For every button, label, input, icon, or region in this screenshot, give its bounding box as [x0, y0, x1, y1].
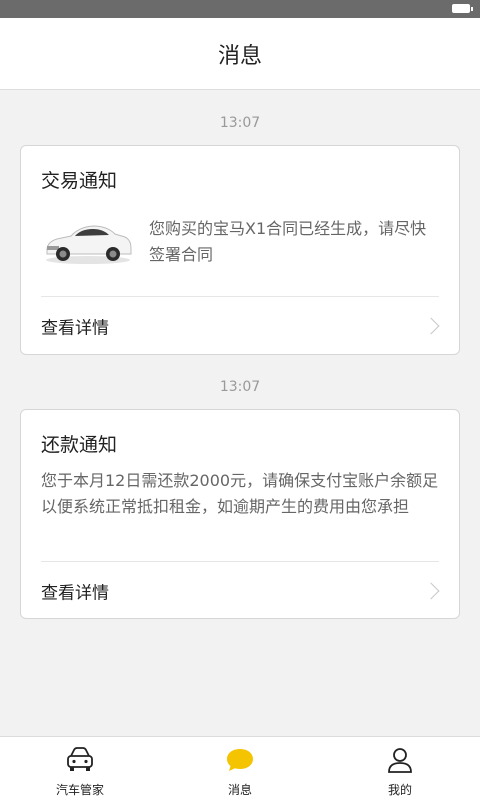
card-title: 还款通知: [41, 434, 118, 456]
tab-label: 消息: [227, 783, 252, 797]
car-icon: [65, 745, 95, 775]
message-timestamp: 13:07: [219, 115, 261, 131]
status-bar: [0, 0, 480, 18]
repayment-notice-card[interactable]: 还款通知 您于本月12日需还款2000元，请确保支付宝账户余额足以便系统正常抵扣…: [20, 409, 460, 619]
tab-car-butler[interactable]: 汽车管家: [0, 737, 160, 800]
message-body: 您于本月12日需还款2000元，请确保支付宝账户余额足以便系统正常抵扣租金，如逾…: [41, 471, 439, 516]
message-body: 您购买的宝马X1合同已经生成，请尽快签署合同: [149, 219, 427, 264]
view-details-row[interactable]: 查看详情: [21, 562, 459, 620]
chevron-right-icon: [422, 317, 440, 335]
view-details-label: 查看详情: [41, 583, 109, 604]
view-details-row[interactable]: 查看详情: [21, 297, 459, 355]
bottom-tab-bar: 汽车管家 消息 我的: [0, 736, 480, 800]
user-icon: [385, 745, 415, 775]
tab-label: 我的: [387, 783, 412, 797]
tab-messages[interactable]: 消息: [160, 737, 320, 800]
battery-icon: [452, 4, 473, 13]
top-nav-bar: 消息: [0, 18, 480, 90]
chevron-right-icon: [422, 582, 440, 600]
message-timestamp: 13:07: [219, 379, 261, 395]
tab-label: 汽车管家: [55, 783, 104, 797]
card-title: 交易通知: [41, 170, 118, 192]
page-title: 消息: [217, 43, 262, 69]
transaction-notice-card[interactable]: 交易通知 您购买的宝马X1合同已经生成，请尽快签署合同 查看详情: [20, 145, 460, 355]
message-bubble-icon: [225, 745, 255, 775]
tab-mine[interactable]: 我的: [320, 737, 480, 800]
view-details-label: 查看详情: [41, 318, 109, 339]
car-thumbnail-icon: [46, 225, 132, 264]
